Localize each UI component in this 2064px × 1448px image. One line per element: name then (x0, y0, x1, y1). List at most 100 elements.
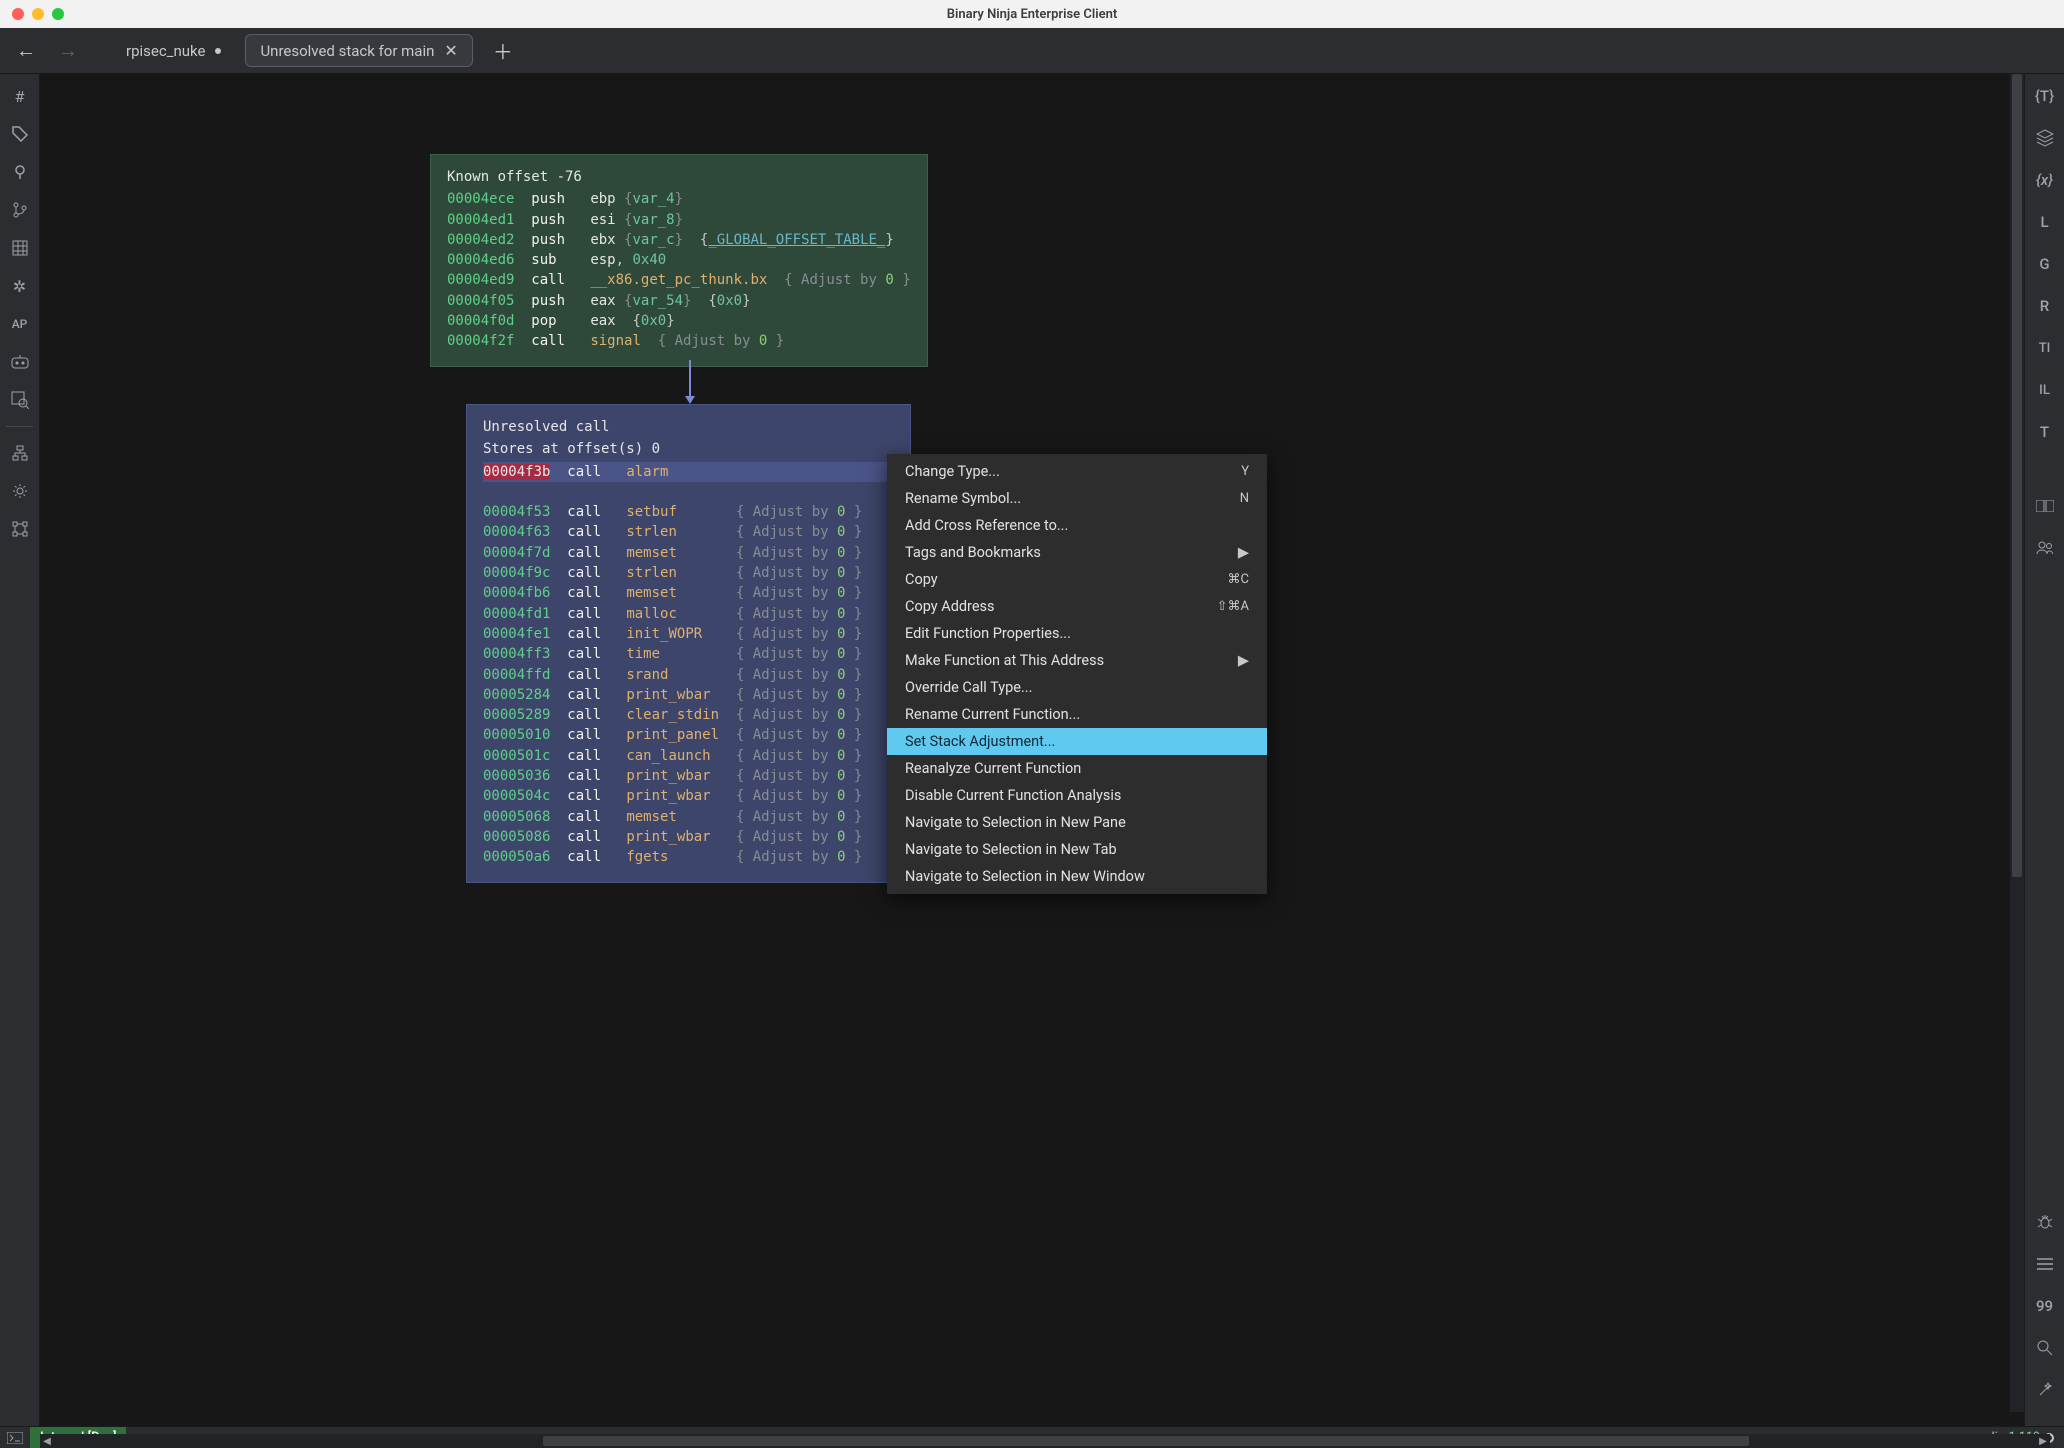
context-menu-item[interactable]: Add Cross Reference to... (887, 512, 1267, 539)
horizontal-scrollbar[interactable]: ◀ ▶ (40, 1434, 2050, 1448)
graph-node-unresolved[interactable]: Unresolved callStores at offset(s) 00000… (466, 404, 911, 883)
context-menu-item[interactable]: Set Stack Adjustment... (887, 728, 1267, 755)
context-menu-item[interactable]: Rename Symbol...N (887, 485, 1267, 512)
asm-row[interactable]: 00004ed9 call __x86.get_pc_thunk.bx { Ad… (447, 270, 911, 290)
asm-row[interactable]: 00004ff3 call time { Adjust by 0 } (483, 644, 894, 664)
asm-row[interactable]: 00004ed2 push ebx {var_c} {_GLOBAL_OFFSE… (447, 230, 911, 250)
close-icon[interactable] (12, 8, 24, 20)
graph-node-known[interactable]: Known offset -7600004ece push ebp {var_4… (430, 154, 928, 367)
tab-stack[interactable]: Unresolved stack for main ✕ (245, 34, 472, 67)
asm-row[interactable]: 00004f0d pop eax {0x0} (447, 311, 911, 331)
asm-row[interactable]: 00004ed1 push esi {var_8} (447, 210, 911, 230)
struct-icon[interactable] (8, 517, 32, 541)
asm-row[interactable]: 00004f63 call strlen { Adjust by 0 } (483, 522, 894, 542)
back-button[interactable]: ← (10, 34, 42, 67)
grid-icon[interactable] (8, 236, 32, 260)
asm-row[interactable]: 00004fd1 call malloc { Adjust by 0 } (483, 604, 894, 624)
context-menu-item[interactable]: Override Call Type... (887, 674, 1267, 701)
asm-row[interactable]: 00004f9c call strlen { Adjust by 0 } (483, 563, 894, 583)
graph-view[interactable]: Known offset -7600004ece push ebp {var_4… (40, 74, 2024, 1426)
new-tab-button[interactable]: ＋ (483, 32, 523, 69)
il-icon[interactable]: IL (2033, 378, 2057, 402)
var-icon[interactable]: {x} (2033, 168, 2057, 192)
scrollbar-thumb[interactable] (2012, 74, 2022, 877)
scrollbar-thumb-h[interactable] (543, 1436, 1749, 1446)
asm-row[interactable]: 00004f7d call memset { Adjust by 0 } (483, 543, 894, 563)
context-menu-item[interactable]: Navigate to Selection in New Pane (887, 809, 1267, 836)
left-sidebar: # ✲ AP (0, 74, 40, 1426)
context-menu-item[interactable]: Copy Address⇧⌘A (887, 593, 1267, 620)
menu-item-label: Rename Symbol... (905, 490, 1021, 507)
bulb-icon[interactable] (8, 479, 32, 503)
hash-icon[interactable]: # (8, 84, 32, 108)
node-subtitle: Stores at offset(s) 0 (483, 439, 894, 459)
asm-row[interactable]: 00004ece push ebp {var_4} (447, 189, 911, 209)
asm-row[interactable]: 00005010 call print_panel { Adjust by 0 … (483, 725, 894, 745)
inspect-icon[interactable] (8, 388, 32, 412)
asm-row[interactable]: 00005284 call print_wbar { Adjust by 0 } (483, 685, 894, 705)
layers-icon[interactable] (2033, 126, 2057, 150)
bug-icon[interactable] (2033, 1210, 2057, 1234)
vertical-scrollbar[interactable] (2010, 74, 2024, 1412)
asm-row[interactable] (483, 482, 894, 502)
asm-row[interactable]: 00005289 call clear_stdin { Adjust by 0 … (483, 705, 894, 725)
people-icon[interactable] (2033, 536, 2057, 560)
tab-file[interactable]: rpisec_nuke (112, 36, 235, 66)
asm-row[interactable]: 00004fb6 call memset { Adjust by 0 } (483, 583, 894, 603)
context-menu-item[interactable]: Change Type...Y (887, 458, 1267, 485)
asm-row[interactable]: 00004f05 push eax {var_54} {0x0} (447, 291, 911, 311)
forward-button[interactable]: → (52, 34, 84, 67)
split-icon[interactable] (2033, 494, 2057, 518)
asm-row[interactable]: 00004f2f call signal { Adjust by 0 } (447, 331, 911, 351)
menu-item-label: Tags and Bookmarks (905, 544, 1041, 561)
menu-item-label: Copy Address (905, 598, 994, 615)
wand-icon[interactable] (2033, 1378, 2057, 1402)
asm-row[interactable]: 0000504c call print_wbar { Adjust by 0 } (483, 786, 894, 806)
pin-icon[interactable] (8, 160, 32, 184)
scroll-right-icon[interactable]: ▶ (2036, 1434, 2050, 1448)
asm-row[interactable]: 00004f53 call setbuf { Adjust by 0 } (483, 502, 894, 522)
l-icon[interactable]: L (2033, 210, 2057, 234)
robot-icon[interactable] (8, 350, 32, 374)
rev-icon[interactable]: 99 (2033, 1294, 2057, 1318)
tab-close-icon[interactable]: ✕ (444, 41, 457, 60)
t-icon[interactable]: T (2033, 420, 2057, 444)
asm-row[interactable]: 00005068 call memset { Adjust by 0 } (483, 807, 894, 827)
ap-icon[interactable]: AP (8, 312, 32, 336)
context-menu: Change Type...YRename Symbol...N Add Cros… (887, 454, 1267, 894)
context-menu-item[interactable]: Copy⌘C (887, 566, 1267, 593)
asm-row[interactable]: 00004ffd call srand { Adjust by 0 } (483, 665, 894, 685)
scroll-left-icon[interactable]: ◀ (40, 1434, 54, 1448)
asm-row[interactable]: 00005086 call print_wbar { Adjust by 0 } (483, 827, 894, 847)
minimize-icon[interactable] (32, 8, 44, 20)
nav-row: ← → rpisec_nuke Unresolved stack for mai… (0, 28, 2064, 74)
maximize-icon[interactable] (52, 8, 64, 20)
g-icon[interactable]: G (2033, 252, 2057, 276)
asm-row[interactable]: 00004ed6 sub esp, 0x40 (447, 250, 911, 270)
asm-row[interactable]: 0000501c call can_launch { Adjust by 0 } (483, 746, 894, 766)
tag-icon[interactable] (8, 122, 32, 146)
context-menu-item[interactable]: Disable Current Function Analysis (887, 782, 1267, 809)
context-menu-item[interactable]: Edit Function Properties... (887, 620, 1267, 647)
submenu-arrow-icon: ▶ (1238, 544, 1249, 561)
context-menu-item[interactable]: Navigate to Selection in New Tab (887, 836, 1267, 863)
branch-icon[interactable] (8, 198, 32, 222)
tree-icon[interactable] (8, 441, 32, 465)
ti-icon[interactable]: TI (2033, 336, 2057, 360)
lines-icon[interactable] (2033, 1252, 2057, 1276)
asm-row[interactable]: 00005036 call print_wbar { Adjust by 0 } (483, 766, 894, 786)
menu-item-label: Add Cross Reference to... (905, 517, 1068, 534)
search-icon[interactable] (2033, 1336, 2057, 1360)
context-menu-item[interactable]: Navigate to Selection in New Window (887, 863, 1267, 890)
r-icon[interactable]: R (2033, 294, 2057, 318)
asm-row[interactable]: 000050a6 call fgets { Adjust by 0 } (483, 847, 894, 867)
context-menu-item[interactable]: Rename Current Function... (887, 701, 1267, 728)
types-icon[interactable]: {T} (2033, 84, 2057, 108)
context-menu-item[interactable]: Make Function at This Address▶ (887, 647, 1267, 674)
asm-row[interactable]: 00004fe1 call init_WOPR { Adjust by 0 } (483, 624, 894, 644)
terminal-icon[interactable] (0, 1432, 30, 1444)
tools-icon[interactable]: ✲ (8, 274, 32, 298)
asm-row[interactable]: 00004f3b call alarm (483, 462, 894, 482)
context-menu-item[interactable]: Tags and Bookmarks ▶ (887, 539, 1267, 566)
context-menu-item[interactable]: Reanalyze Current Function (887, 755, 1267, 782)
